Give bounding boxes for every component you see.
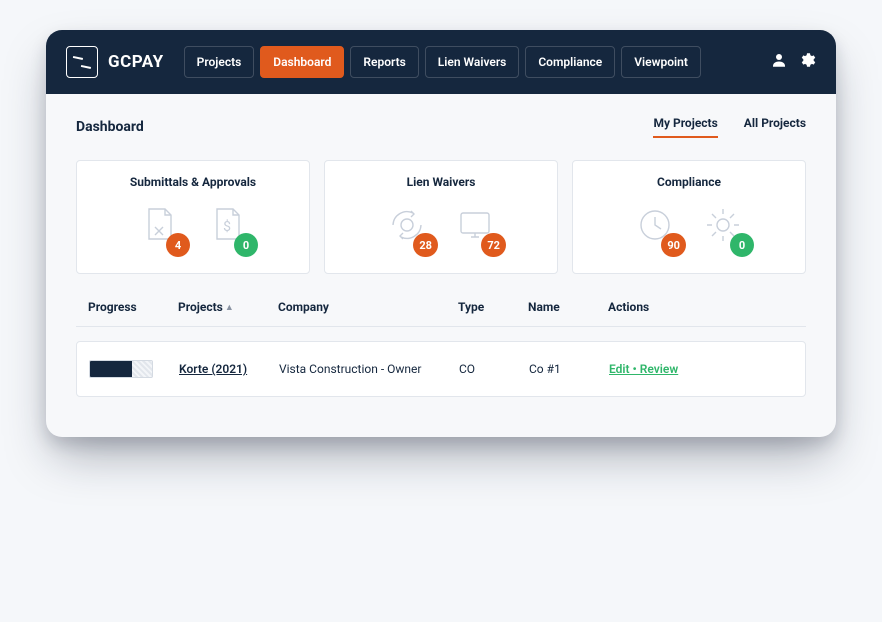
progress-fill xyxy=(90,361,132,377)
card-submittals: Submittals & Approvals 4 $ 0 xyxy=(76,160,310,274)
project-link[interactable]: Korte (2021) xyxy=(179,362,247,376)
cell-project: Korte (2021) xyxy=(179,362,279,376)
nav-viewpoint[interactable]: Viewpoint xyxy=(621,46,701,78)
cell-type: CO xyxy=(459,362,529,376)
user-icon[interactable] xyxy=(770,51,788,73)
page-title: Dashboard xyxy=(76,119,144,135)
table-row: Korte (2021) Vista Construction - Owner … xyxy=(76,341,806,397)
stat-submittals-rejected[interactable]: 4 xyxy=(132,203,186,253)
logo-icon xyxy=(66,46,98,78)
th-type[interactable]: Type xyxy=(458,300,528,314)
cell-name: Co #1 xyxy=(529,362,609,376)
status-badge: 72 xyxy=(481,233,506,257)
th-name[interactable]: Name xyxy=(528,300,608,314)
card-title: Lien Waivers xyxy=(335,175,547,189)
card-lien-waivers: Lien Waivers 28 72 xyxy=(324,160,558,274)
card-title: Compliance xyxy=(583,175,795,189)
stat-compliance-ok[interactable]: 0 xyxy=(696,203,750,253)
main-nav: Projects Dashboard Reports Lien Waivers … xyxy=(184,46,756,78)
tab-all-projects[interactable]: All Projects xyxy=(744,116,806,138)
cell-actions: Edit • Review xyxy=(609,362,793,376)
th-projects-label: Projects xyxy=(178,300,223,314)
nav-reports[interactable]: Reports xyxy=(350,46,418,78)
stat-lien-pending[interactable]: 72 xyxy=(448,203,502,253)
logo-text: GCPAY xyxy=(108,52,164,72)
card-stats: 28 72 xyxy=(335,203,547,253)
nav-projects[interactable]: Projects xyxy=(184,46,255,78)
logo[interactable]: GCPAY xyxy=(66,46,164,78)
status-badge: 28 xyxy=(413,233,438,257)
header: GCPAY Projects Dashboard Reports Lien Wa… xyxy=(46,30,836,94)
gear-icon[interactable] xyxy=(798,51,816,73)
status-badge: 0 xyxy=(234,233,258,257)
action-edit-review[interactable]: Edit • Review xyxy=(609,362,678,376)
status-badge: 90 xyxy=(661,233,686,257)
th-company[interactable]: Company xyxy=(278,300,458,314)
tab-my-projects[interactable]: My Projects xyxy=(653,116,717,138)
svg-text:$: $ xyxy=(223,218,231,235)
status-badge: 4 xyxy=(166,233,190,257)
summary-cards: Submittals & Approvals 4 $ 0 Lien Waiver… xyxy=(76,160,806,274)
th-actions[interactable]: Actions xyxy=(608,300,794,314)
th-progress[interactable]: Progress xyxy=(88,300,178,314)
card-stats: 90 0 xyxy=(583,203,795,253)
header-actions xyxy=(770,51,816,73)
cell-progress xyxy=(89,360,179,378)
content: Dashboard My Projects All Projects Submi… xyxy=(46,94,836,437)
card-stats: 4 $ 0 xyxy=(87,203,299,253)
card-title: Submittals & Approvals xyxy=(87,175,299,189)
status-badge: 0 xyxy=(730,233,754,257)
stat-submittals-approved[interactable]: $ 0 xyxy=(200,203,254,253)
card-compliance: Compliance 90 0 xyxy=(572,160,806,274)
table-header: Progress Projects▲ Company Type Name Act… xyxy=(76,300,806,327)
nav-compliance[interactable]: Compliance xyxy=(525,46,615,78)
stat-compliance-overdue[interactable]: 90 xyxy=(628,203,682,253)
page-head: Dashboard My Projects All Projects xyxy=(76,116,806,138)
progress-bar xyxy=(89,360,153,378)
nav-dashboard[interactable]: Dashboard xyxy=(260,46,344,78)
project-tabs: My Projects All Projects xyxy=(653,116,806,138)
nav-lien-waivers[interactable]: Lien Waivers xyxy=(425,46,520,78)
th-projects[interactable]: Projects▲ xyxy=(178,300,278,314)
app-window: GCPAY Projects Dashboard Reports Lien Wa… xyxy=(46,30,836,437)
sort-asc-icon: ▲ xyxy=(225,302,234,313)
stat-lien-processing[interactable]: 28 xyxy=(380,203,434,253)
cell-company: Vista Construction - Owner xyxy=(279,362,459,376)
